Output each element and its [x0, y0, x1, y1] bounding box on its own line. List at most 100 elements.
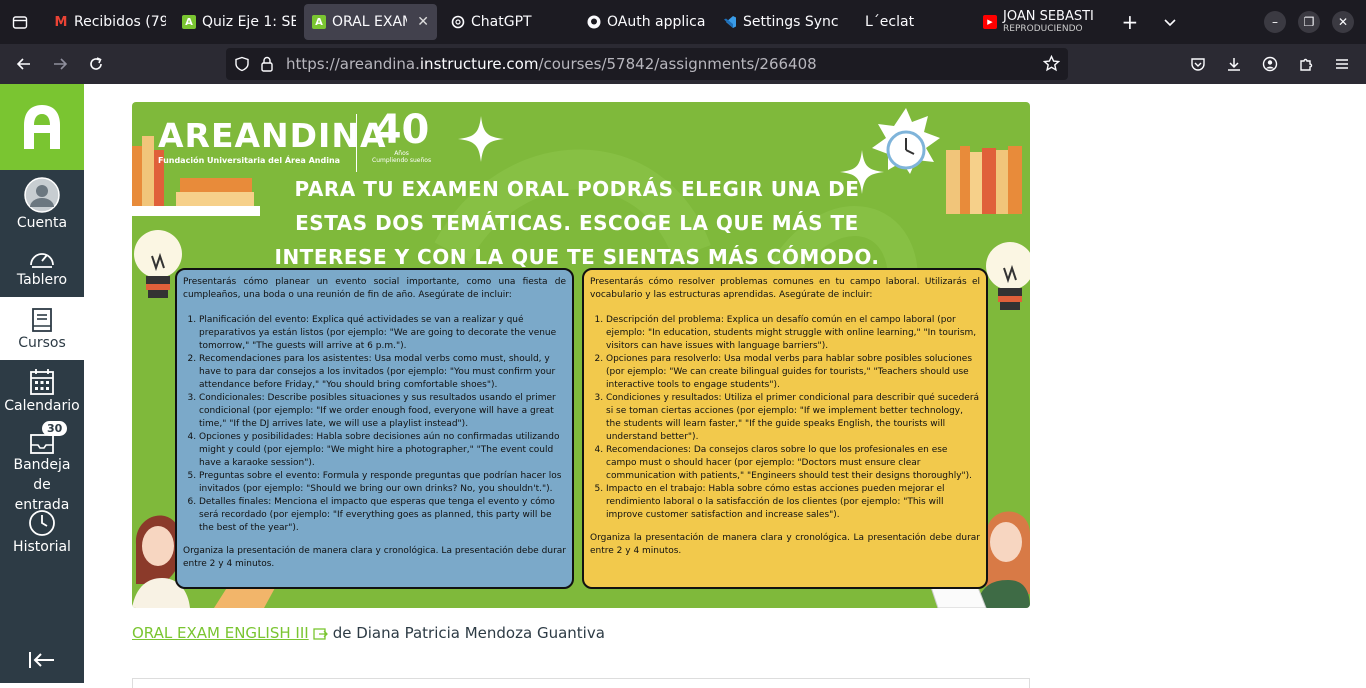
list-item: Preguntas sobre el evento: Formula y res… [199, 470, 566, 496]
dashboard-gauge-icon [30, 253, 54, 268]
browser-tab[interactable]: A Quiz Eje 1: SER [174, 4, 304, 40]
list-item: Impacto en el trabajo: Habla sobre cómo … [606, 483, 980, 522]
sidebar-item-historial[interactable]: Historial [0, 507, 84, 569]
areandina-icon: A [182, 15, 196, 29]
close-tab-icon[interactable]: ✕ [417, 14, 429, 30]
puzzle-icon [1300, 58, 1313, 71]
collapse-sidebar-button[interactable] [28, 650, 56, 674]
forward-button[interactable] [42, 46, 78, 82]
maximize-button[interactable]: ❐ [1298, 11, 1320, 33]
close-icon: ✕ [1337, 15, 1349, 29]
tab-overflow-button[interactable] [1150, 0, 1190, 44]
reload-button[interactable] [78, 46, 114, 82]
pocket-button[interactable] [1180, 46, 1216, 82]
areandina-brand: AREANDINA Fundación Universitaria del Ár… [158, 116, 387, 165]
downloads-button[interactable] [1216, 46, 1252, 82]
arrow-left-icon [16, 58, 30, 70]
browser-tab[interactable]: L´eclat [847, 4, 975, 40]
browser-tab[interactable]: Settings Sync [715, 4, 847, 40]
assignment-author: de Diana Patricia Mendoza Guantiva [332, 624, 605, 642]
collapse-sidebar-icon [29, 652, 54, 668]
unread-count-badge: 30 [42, 421, 68, 436]
browser-nav-bar: https://areandina.instructure.com/course… [0, 44, 1366, 84]
vscode-icon [724, 16, 736, 28]
topic-closing: Organiza la presentación de manera clara… [590, 533, 980, 556]
tab-list-icon [12, 16, 28, 29]
openai-icon [451, 15, 465, 29]
browser-tab[interactable]: M Recibidos (79) [46, 4, 174, 40]
minimize-button[interactable]: – [1264, 11, 1286, 33]
extensions-button[interactable] [1288, 46, 1324, 82]
global-nav-sidebar: Cuenta Tablero Cursos Calendario 30 Band… [0, 84, 84, 683]
arrow-right-icon [54, 58, 68, 70]
topic-closing: Organiza la presentación de manera clara… [183, 546, 566, 569]
sparkle-icon [458, 116, 504, 162]
pocket-icon [1191, 58, 1205, 71]
reload-icon [90, 57, 102, 70]
poster-heading: Para tu examen oral podrás elegir una de… [274, 177, 880, 269]
gmail-icon: M [54, 14, 68, 30]
list-item: Recomendaciones: Da consejos claros sobr… [606, 444, 980, 483]
account-avatar-icon [24, 177, 60, 213]
tab-list-button[interactable] [0, 0, 40, 44]
list-item: Condiciones y resultados: Utiliza el pri… [606, 392, 980, 444]
list-item: Recomendaciones para los asistentes: Usa… [199, 353, 566, 392]
clock-illustration [872, 108, 940, 174]
download-icon [1228, 58, 1240, 71]
hamburger-menu-icon [1336, 59, 1348, 69]
exam-poster-image: AREANDINA Fundación Universitaria del Ár… [132, 102, 1030, 608]
external-link-icon[interactable] [313, 626, 329, 640]
brand-divider [356, 114, 357, 172]
assignment-link[interactable]: ORAL EXAM ENGLISH III [132, 624, 309, 642]
back-button[interactable] [6, 46, 42, 82]
url-text: https://areandina.instructure.com/course… [286, 55, 817, 73]
list-item: Opciones y posibilidades: Habla sobre de… [199, 431, 566, 470]
topic-card-event: Presentarás cómo planear un evento socia… [175, 268, 574, 589]
calendar-icon [30, 369, 54, 395]
main-content: AREANDINA Fundación Universitaria del Ár… [84, 84, 1366, 688]
list-item: Descripción del problema: Explica un des… [606, 314, 980, 353]
address-bar[interactable]: https://areandina.instructure.com/course… [226, 48, 1068, 80]
topic-requirements-list: Descripción del problema: Explica un des… [606, 314, 980, 522]
browser-tab-active[interactable]: A ORAL EXAM ✕ [304, 4, 437, 40]
maximize-icon: ❐ [1303, 15, 1315, 29]
shield-icon[interactable] [234, 56, 250, 72]
lock-icon[interactable] [260, 56, 274, 72]
account-icon [1262, 56, 1278, 72]
areandina-logo[interactable] [0, 84, 84, 170]
anniversary-badge: 40 Años Cumpliendo sueños [372, 107, 432, 164]
topic-intro: Presentarás cómo planear un evento socia… [183, 277, 566, 300]
list-item: Condicionales: Describe posibles situaci… [199, 392, 566, 431]
books-shelf-right-illustration [946, 146, 1022, 214]
topic-card-workplace: Presentarás cómo resolver problemas comu… [582, 268, 988, 589]
sidebar-item-tablero[interactable]: Tablero [0, 234, 84, 297]
topic-requirements-list: Planificación del evento: Explica qué ac… [199, 314, 566, 535]
account-button[interactable] [1252, 46, 1288, 82]
topic-intro: Presentarás cómo resolver problemas comu… [590, 277, 980, 300]
chevron-down-icon [1164, 19, 1176, 27]
courses-book-icon [32, 308, 52, 332]
close-window-button[interactable]: ✕ [1332, 11, 1354, 33]
sidebar-item-cuenta[interactable]: Cuenta [0, 170, 84, 234]
sidebar-item-bandeja[interactable]: 30 Bandeja de entrada [0, 421, 84, 513]
areandina-logo-icon [24, 105, 60, 149]
browser-tab[interactable]: OAuth applica [579, 4, 715, 40]
sidebar-item-cursos[interactable]: Cursos [0, 297, 84, 360]
assignment-attribution: ORAL EXAM ENGLISH III de Diana Patricia … [132, 624, 605, 642]
github-icon [587, 15, 601, 29]
youtube-icon: ▶ [983, 15, 997, 29]
bookmark-star-icon[interactable] [1043, 55, 1060, 72]
submission-section-edge [132, 678, 1030, 688]
browser-tab[interactable]: ChatGPT [443, 4, 579, 40]
list-item: Detalles finales: Menciona el impacto qu… [199, 496, 566, 535]
plus-icon: + [1121, 10, 1139, 34]
menu-button[interactable] [1324, 46, 1360, 82]
new-tab-button[interactable]: + [1110, 0, 1150, 44]
areandina-icon: A [312, 15, 326, 29]
list-item: Opciones para resolverlo: Usa modal verb… [606, 353, 980, 392]
minimize-icon: – [1272, 15, 1278, 29]
media-tab[interactable]: ▶ JOAN SEBASTI REPRODUCIENDO [975, 4, 1102, 40]
list-item: Planificación del evento: Explica qué ac… [199, 314, 566, 353]
browser-tab-bar: M Recibidos (79) A Quiz Eje 1: SER A ORA… [0, 0, 1366, 44]
sidebar-item-calendario[interactable]: Calendario [0, 360, 84, 423]
